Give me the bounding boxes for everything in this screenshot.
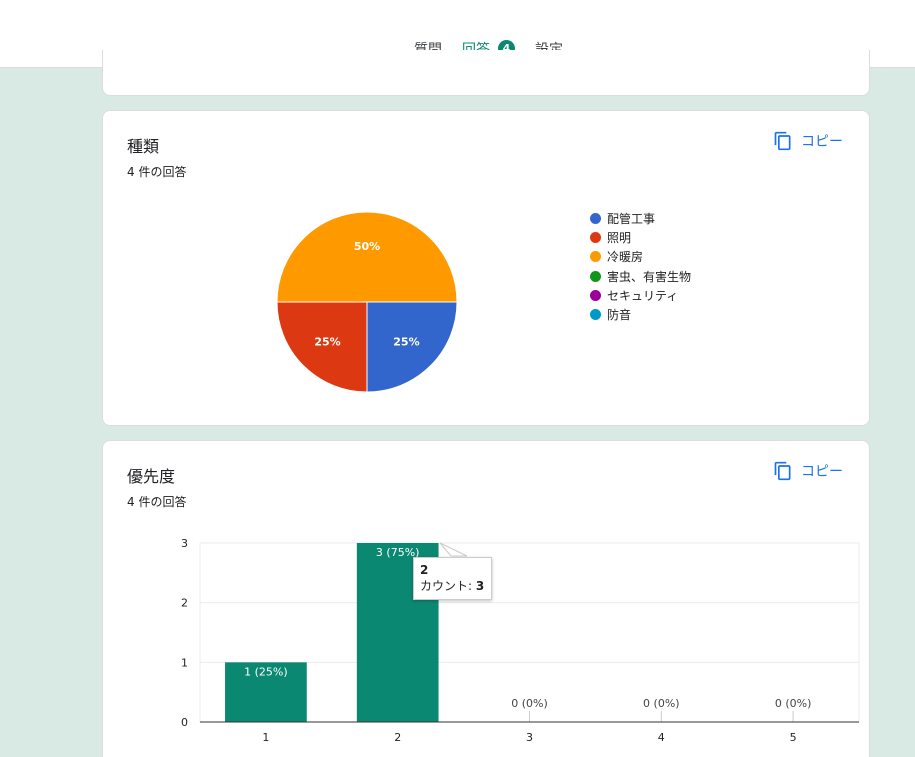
legend-label: 冷暖房 bbox=[607, 250, 644, 265]
legend-swatch bbox=[590, 289, 601, 301]
y-tick-label: 0 bbox=[181, 716, 188, 729]
legend-item: セキュリティ bbox=[590, 286, 691, 305]
pie-slice-label: 25% bbox=[314, 335, 340, 348]
bar-data-label: 0 (0%) bbox=[643, 697, 680, 710]
pie-slice-label: 50% bbox=[354, 240, 380, 253]
legend-item: 配管工事 bbox=[590, 209, 691, 228]
legend-label: 配管工事 bbox=[607, 212, 656, 227]
bar-data-label: 0 (0%) bbox=[775, 697, 812, 710]
legend-swatch bbox=[590, 232, 601, 244]
pie-chart: 25% 25% 50% bbox=[276, 211, 458, 393]
legend-item: 冷暖房 bbox=[590, 247, 691, 266]
pie-legend: 配管工事照明冷暖房害虫、有害生物 セキュリティ 防音 bbox=[590, 209, 691, 324]
y-tick-label: 1 bbox=[181, 656, 188, 669]
legend-swatch bbox=[590, 309, 601, 321]
x-tick-label: 4 bbox=[658, 731, 665, 744]
legend-label: 害虫、有害生物 bbox=[607, 269, 692, 284]
legend-label: セキュリティ bbox=[607, 288, 679, 303]
legend-swatch bbox=[590, 213, 601, 225]
previous-question-card bbox=[102, 50, 870, 96]
x-tick-label: 3 bbox=[526, 731, 533, 744]
pie-slice-label: 25% bbox=[393, 335, 419, 348]
tooltip-count-value: 3 bbox=[475, 579, 485, 593]
y-tick-label: 2 bbox=[181, 597, 188, 610]
bar-data-label: 1 (25%) bbox=[244, 665, 288, 678]
legend-swatch bbox=[590, 251, 601, 263]
question-card-type: 種類 4 件の回答 コピー 25% 25% 50% 配管工事 照明 冷暖房 害虫、有害生物… bbox=[102, 110, 870, 426]
tooltip-pointer bbox=[439, 542, 468, 557]
question-card-priority: 優先度 4 件の回答 コピー 01231 (25%) 1 3 (75%) 2 0 (0%… bbox=[102, 440, 870, 757]
legend-item: 防音 bbox=[590, 305, 691, 324]
legend-swatch bbox=[590, 270, 601, 282]
bar-data-label: 0 (0%) bbox=[511, 697, 548, 710]
x-tick-label: 1 bbox=[262, 731, 269, 744]
legend-item: 照明 bbox=[590, 228, 691, 247]
y-tick-label: 3 bbox=[181, 537, 188, 550]
legend-label: 防音 bbox=[607, 308, 632, 323]
x-tick-label: 2 bbox=[394, 731, 401, 744]
tooltip-count-label: カウント: bbox=[420, 579, 476, 593]
tooltip-count: カウント: 3 bbox=[420, 577, 485, 594]
x-tick-label: 5 bbox=[790, 731, 797, 744]
legend-item: 害虫、有害生物 bbox=[590, 267, 691, 286]
tooltip-title: 2 bbox=[420, 563, 429, 577]
legend-label: 照明 bbox=[607, 231, 632, 246]
bar-tooltip: 2 カウント: 3 bbox=[413, 557, 492, 600]
pie-slice[interactable] bbox=[276, 211, 458, 303]
